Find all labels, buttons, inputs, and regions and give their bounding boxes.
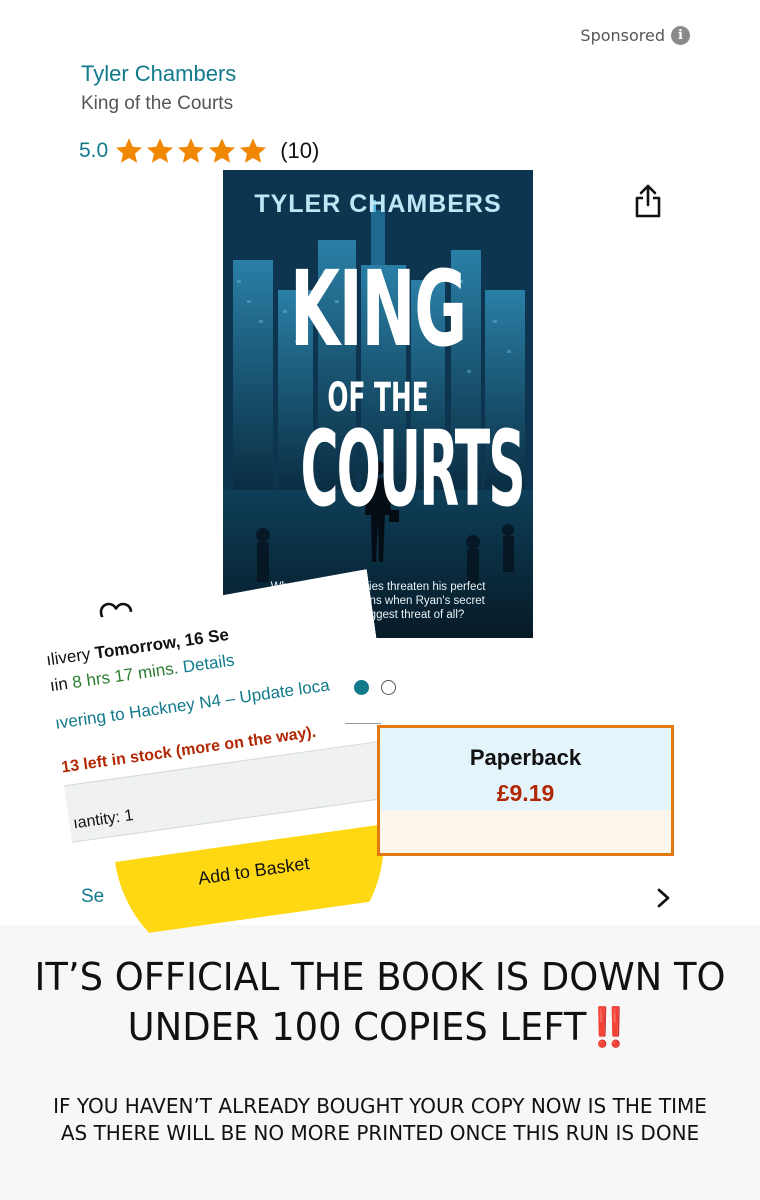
- rating[interactable]: 5.0 (10): [79, 136, 319, 166]
- see-all-link[interactable]: Se: [81, 886, 104, 908]
- info-icon[interactable]: i: [671, 26, 690, 45]
- star-icon: [240, 138, 267, 163]
- star-icon: [147, 138, 174, 163]
- timer-label: ıin: [48, 673, 74, 696]
- star-icon: [209, 138, 236, 163]
- format-price: £9.19: [496, 780, 555, 806]
- rating-value: 5.0: [79, 139, 109, 162]
- carousel-dot-active[interactable]: [354, 680, 369, 695]
- sponsored-label[interactable]: Sponsored i: [580, 26, 690, 45]
- format-label: Paperback: [469, 745, 582, 770]
- announcement-subtext: IF YOU HAVEN’T ALREADY BOUGHT YOUR COPY …: [53, 1094, 707, 1145]
- cover-author: TYLER CHAMBERS: [254, 190, 502, 218]
- cover-title-king: KING: [290, 248, 467, 370]
- rating-count[interactable]: (10): [280, 138, 319, 164]
- star-icon: [116, 138, 143, 163]
- carousel-dot[interactable]: [381, 680, 396, 695]
- announcement-headline: IT’S OFFICIAL THE BOOK IS DOWN TO UNDER …: [31, 952, 729, 1052]
- share-icon[interactable]: [632, 183, 664, 219]
- add-to-basket-label: Add to Basket: [196, 853, 311, 889]
- chevron-right-icon[interactable]: [655, 887, 673, 909]
- author-link[interactable]: Tyler Chambers: [81, 61, 236, 87]
- book-cover[interactable]: TYLER CHAMBERS KING OF THE COURTS When s…: [223, 170, 533, 638]
- cover-title-courts: COURTS: [300, 408, 526, 530]
- divider: [345, 723, 381, 724]
- sponsored-text: Sponsored: [580, 26, 665, 45]
- product-card: Sponsored i Tyler Chambers King of the C…: [0, 0, 760, 925]
- quantity-label: ıantity: 1: [72, 807, 135, 833]
- format-option-paperback[interactable]: Paperback £9.19: [377, 725, 674, 856]
- carousel-dots[interactable]: [354, 680, 396, 695]
- book-title[interactable]: King of the Courts: [81, 93, 233, 115]
- double-exclamation-icon: ‼️: [586, 1005, 633, 1049]
- star-icon: [178, 138, 205, 163]
- star-rating: [114, 136, 268, 166]
